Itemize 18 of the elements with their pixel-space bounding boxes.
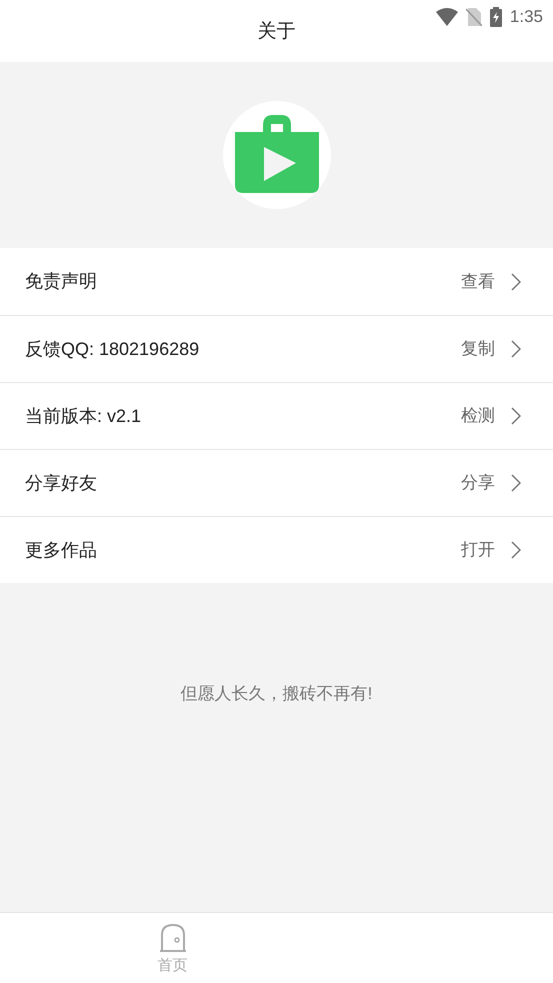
status-time: 1:35	[510, 6, 543, 28]
no-sim-icon	[466, 8, 482, 26]
door-icon	[158, 923, 186, 953]
wifi-icon	[436, 8, 458, 26]
settings-row[interactable]: 当前版本: v2.1 检测	[0, 382, 553, 449]
chevron-right-icon	[511, 407, 521, 425]
settings-row[interactable]: 更多作品 打开	[0, 516, 553, 583]
chevron-right-icon	[511, 541, 521, 559]
settings-row[interactable]: 免责声明 查看	[0, 248, 553, 315]
chevron-right-icon	[511, 272, 521, 290]
app-logo-icon	[220, 101, 332, 209]
chevron-right-icon	[511, 340, 521, 358]
slogan-text: 但愿人长久，搬砖不再有!	[180, 683, 372, 705]
battery-icon	[490, 6, 502, 27]
settings-row[interactable]: 分享好友 分享	[0, 449, 553, 516]
page-title: 关于	[258, 20, 296, 44]
settings-row[interactable]: 反馈QQ: 1802196289 复制	[0, 315, 553, 382]
chevron-right-icon	[511, 474, 521, 492]
